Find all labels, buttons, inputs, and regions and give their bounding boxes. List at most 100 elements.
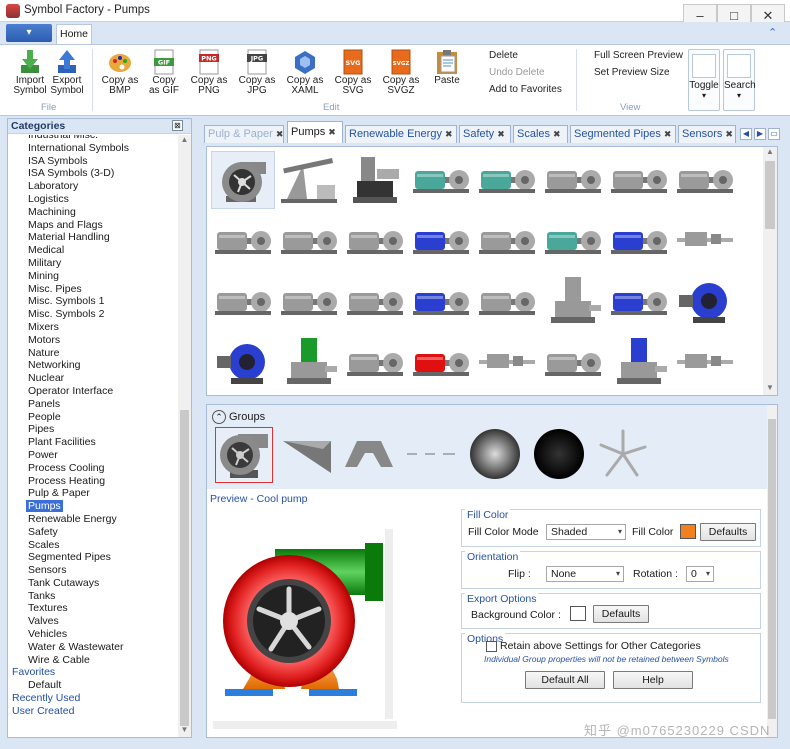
category-item[interactable]: Operator Interface [8,385,178,398]
group-black-sphere[interactable] [531,427,589,483]
symbol-teal-motor-pump-2[interactable] [475,151,539,209]
category-item[interactable]: Pumps [8,500,178,513]
symbol-cylinder-pump[interactable] [277,212,341,270]
symbol-blue-motor-pump-2[interactable] [409,273,473,331]
symbol-red-motor-pump[interactable] [409,334,473,392]
search-button[interactable]: Search ▾ [723,49,756,111]
symbol-blue-motor-pump[interactable] [607,212,671,270]
tab-segmented-pipes[interactable]: Segmented Pipes ✖ [570,125,676,143]
collapse-groups-icon[interactable]: ⌃ [212,410,226,424]
symbol-pipe-pump[interactable] [475,212,539,270]
scroll-down-icon[interactable]: ▼ [178,725,191,734]
tab-pulp-paper[interactable]: Pulp & Paper ✖ [204,125,284,143]
category-item[interactable]: Nature [8,347,178,360]
scroll-thumb[interactable] [768,419,776,719]
category-item[interactable]: Industrial Misc. [8,135,178,142]
flip-select[interactable]: None ▾ [546,566,624,582]
symbol-pedestal-pump[interactable] [343,212,407,270]
category-item[interactable]: ISA Symbols (3-D) [8,167,178,180]
category-item[interactable]: Panels [8,398,178,411]
category-item[interactable]: Nuclear [8,372,178,385]
fill-color-mode-select[interactable]: Shaded ▾ [546,524,626,540]
symbol-blue-volute-pump[interactable] [673,273,737,331]
symbol-gray-body-pump[interactable] [541,334,605,392]
category-item[interactable]: Machining [8,206,178,219]
tab-renewable-energy[interactable]: Renewable Energy ✖ [345,125,457,143]
category-item[interactable]: Power [8,449,178,462]
app-icon[interactable] [6,4,20,18]
toggle-button[interactable]: Toggle ▾ [688,49,720,111]
category-item[interactable]: Tanks [8,590,178,603]
symbol-small-inline-pump[interactable] [673,212,737,270]
tab-pumps[interactable]: Pumps ✖ [287,121,343,143]
symbol-skid-pump[interactable] [211,273,275,331]
category-item[interactable]: Safety [8,526,178,539]
symbol-small-gray-pump[interactable] [673,334,737,392]
copy-svgz-button[interactable]: SVGZ Copy as SVGZ [379,49,423,101]
default-all-button[interactable]: Default All [525,671,605,689]
symbol-gray-inline-pump[interactable] [673,151,737,209]
category-item[interactable]: Pipes [8,423,178,436]
symbol-gray-casing-pump[interactable] [343,334,407,392]
symbol-gray-motor-pump-2[interactable] [607,151,671,209]
category-item[interactable]: Textures [8,602,178,615]
category-item[interactable]: People [8,411,178,424]
close-tab-icon[interactable]: ✖ [664,129,672,139]
category-item[interactable]: Vehicles [8,628,178,641]
add-to-favorites-button[interactable]: Add to Favorites [489,84,562,95]
symbol-blue-small-pump[interactable] [607,273,671,331]
symbol-teal-motor-pump[interactable] [409,151,473,209]
group-cool-pump[interactable] [215,427,273,483]
category-item[interactable]: International Symbols [8,142,178,155]
copy-svg-button[interactable]: SVG Copy as SVG [331,49,375,101]
close-tab-icon[interactable]: ✖ [725,129,733,139]
tab-scroll-right-icon[interactable]: ▶ [754,128,766,140]
category-item[interactable]: Material Handling [8,231,178,244]
scroll-thumb[interactable] [765,161,775,229]
symbol-blue-vertical-pump[interactable] [607,334,671,392]
category-item[interactable]: Networking [8,359,178,372]
category-item[interactable]: Military [8,257,178,270]
symbol-wide-pump[interactable] [343,273,407,331]
symbol-blue-pump[interactable] [409,212,473,270]
help-button[interactable]: Help [613,671,693,689]
close-tab-icon[interactable]: ✖ [276,129,284,139]
symbol-blue-gear-motor[interactable] [211,334,275,392]
category-item[interactable]: Medical [8,244,178,257]
category-item[interactable]: Wire & Cable [8,654,178,667]
close-tab-icon[interactable]: ✖ [328,127,336,137]
category-item[interactable]: Default [8,679,178,692]
category-item[interactable]: Segmented Pipes [8,551,178,564]
delete-button[interactable]: Delete [489,50,518,61]
category-item[interactable]: Misc. Pipes [8,283,178,296]
symbol-gray-motor-pump[interactable] [541,151,605,209]
category-item[interactable]: Mixers [8,321,178,334]
copy-xaml-button[interactable]: Copy as XAML [283,49,327,101]
fill-color-defaults-button[interactable]: Defaults [700,523,756,541]
tab-scroll-left-icon[interactable]: ◀ [740,128,752,140]
paste-button[interactable]: Paste [425,49,469,101]
category-item[interactable]: Misc. Symbols 2 [8,308,178,321]
category-item[interactable]: ISA Symbols [8,155,178,168]
group-dash-line[interactable] [403,427,461,483]
symbol-long-motor-pump[interactable] [475,273,539,331]
group-trapezoid[interactable] [341,427,399,483]
ribbon-collapse-icon[interactable]: ⌃ [768,26,782,40]
tab-home[interactable]: Home [56,24,92,44]
copy-png-button[interactable]: PNG Copy as PNG [187,49,231,101]
symbol-vertical-pump[interactable] [343,151,407,209]
category-item[interactable]: Water & Wastewater [8,641,178,654]
category-section-header[interactable]: Recently Used [8,692,178,705]
category-item[interactable]: Maps and Flags [8,219,178,232]
scroll-down-icon[interactable]: ▼ [763,383,777,392]
tab-scales[interactable]: Scales ✖ [513,125,568,143]
symbol-vertical-motor-pump[interactable] [541,273,605,331]
full-screen-preview-button[interactable]: Full Screen Preview [594,50,683,61]
scroll-up-icon[interactable]: ▲ [763,147,777,156]
symbol-shaft-pump[interactable] [277,273,341,331]
category-item[interactable]: Logistics [8,193,178,206]
group-wedge[interactable] [279,427,337,483]
copy-jpg-button[interactable]: JPG Copy as JPG [235,49,279,101]
pin-icon[interactable]: ⊠ [172,120,183,131]
group-impeller-blades[interactable] [595,427,653,483]
